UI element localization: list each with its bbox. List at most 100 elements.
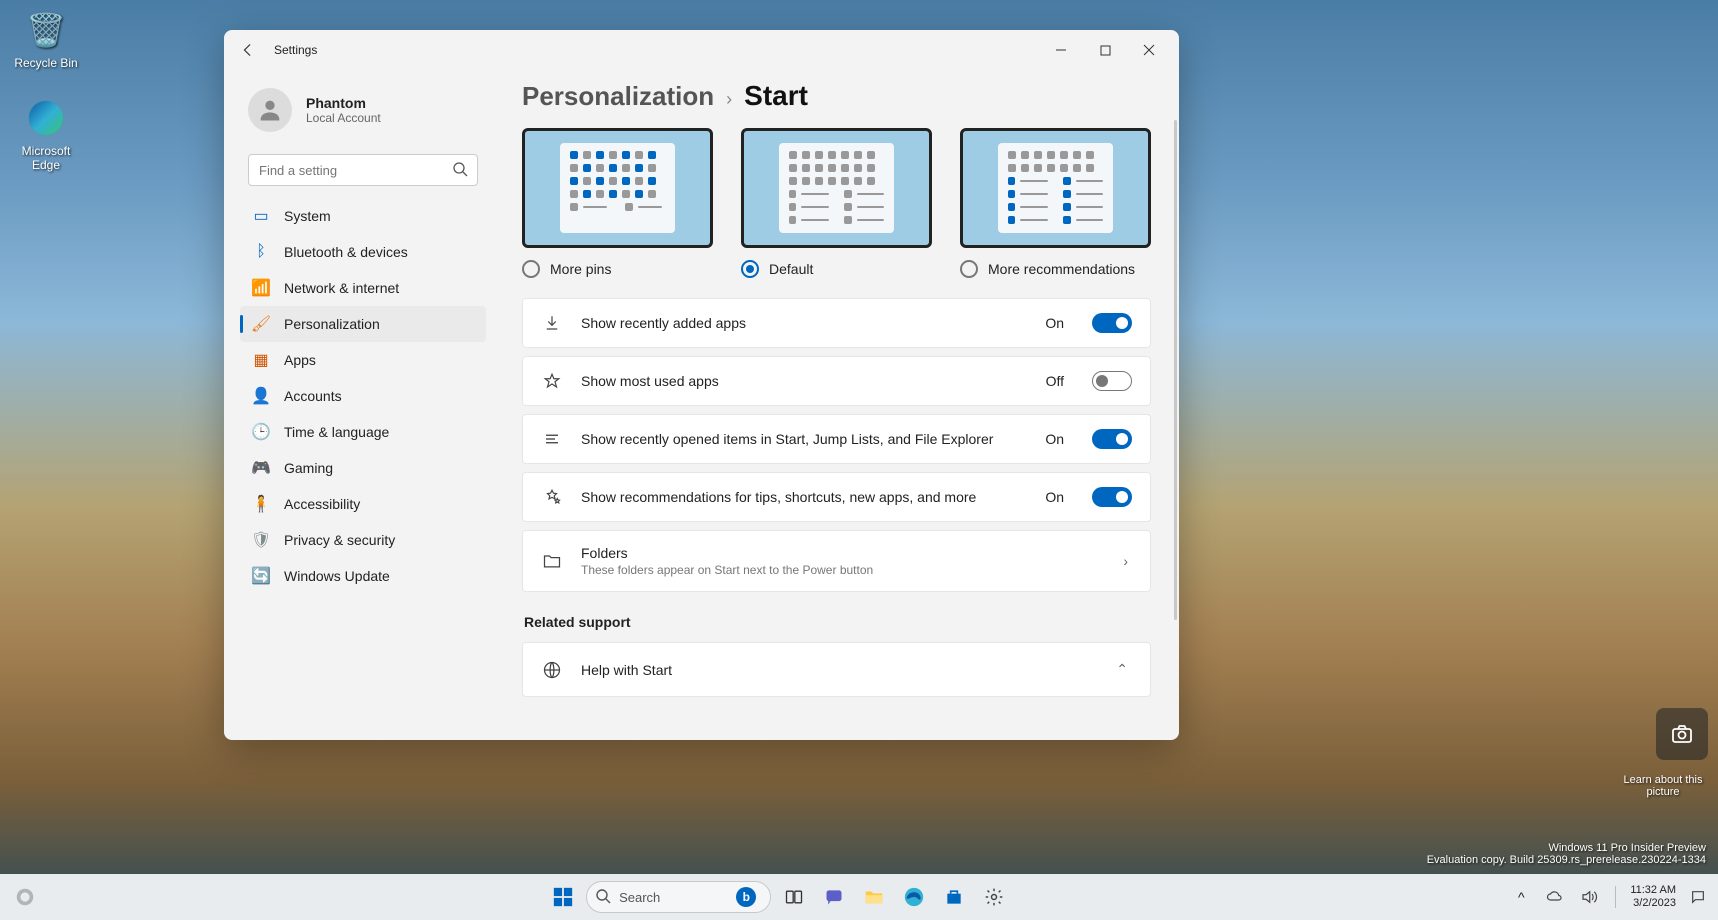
nav-icon: 🎮 [252,459,270,477]
nav-icon: 🔄 [252,567,270,585]
layout-more-recommendations[interactable]: More recommendations [960,128,1151,278]
radio-label: More recommendations [988,261,1135,277]
file-explorer-button[interactable] [857,880,891,914]
taskbar-clock[interactable]: 11:32 AM 3/2/2023 [1630,884,1676,910]
nav-label: System [284,208,331,224]
setting-icon [541,488,563,506]
titlebar: Settings [224,30,1179,70]
notifications-button[interactable] [1686,880,1710,914]
folder-icon [541,551,563,571]
store-button[interactable] [937,880,971,914]
setting-label: Show recently added apps [581,315,1027,331]
volume-tray-icon[interactable] [1577,880,1601,914]
toggle-state-label: On [1045,315,1064,331]
profile-subtitle: Local Account [306,111,381,125]
settings-taskbar-button[interactable] [977,880,1011,914]
watermark: Windows 11 Pro Insider Preview Evaluatio… [1427,842,1706,866]
radio-label: Default [769,261,813,277]
sidebar-item-accounts[interactable]: 👤Accounts [240,378,486,414]
breadcrumb-parent[interactable]: Personalization [522,81,714,112]
sidebar-item-privacy-security[interactable]: 🛡Privacy & security [240,522,486,558]
sidebar-item-windows-update[interactable]: 🔄 Windows Update [240,558,486,594]
setting-icon [541,372,563,390]
sidebar-item-time-language[interactable]: 🕒Time & language [240,414,486,450]
settings-window: Settings Phantom Local Account [224,30,1179,740]
window-title: Settings [274,43,1039,57]
sidebar-item-apps[interactable]: ▦Apps [240,342,486,378]
setting-label: Show recently opened items in Start, Jum… [581,431,1027,447]
globe-icon [541,660,563,680]
nav-icon: ▭ [252,207,270,225]
chevron-up-icon: ⌃ [1112,657,1132,682]
nav-label: Personalization [284,316,380,332]
sidebar: Phantom Local Account ▭ System ᛒBluetooth … [224,70,494,740]
edge-taskbar-button[interactable] [897,880,931,914]
task-view-button[interactable] [777,880,811,914]
avatar-icon [248,88,292,132]
sidebar-item-personalization[interactable]: 🖌 Personalization [240,306,486,342]
widgets-button[interactable] [8,880,42,914]
toggle-switch[interactable] [1092,313,1132,333]
search-icon [452,161,468,182]
desktop-icon-edge[interactable]: Microsoft Edge [6,96,86,172]
setting-row: Show most used apps Off [522,356,1151,406]
sidebar-item-accessibility[interactable]: 🧍Accessibility [240,486,486,522]
close-button[interactable] [1127,34,1171,66]
desktop-icon-label: Microsoft Edge [6,144,86,172]
profile-name: Phantom [306,95,381,111]
scrollbar[interactable] [1174,120,1177,620]
setting-label: Show recommendations for tips, shortcuts… [581,489,1027,505]
setting-icon [541,314,563,332]
search-container [248,154,478,186]
nav-icon: ▦ [252,351,270,369]
nav-icon: ᛒ [252,243,270,261]
setting-row: Show recently opened items in Start, Jum… [522,414,1151,464]
chat-button[interactable] [817,880,851,914]
nav-label: Gaming [284,460,333,476]
recycle-bin-icon: 🗑️ [24,8,68,52]
breadcrumb-current: Start [744,80,808,112]
nav-label: Accessibility [284,496,360,512]
folders-row[interactable]: Folders These folders appear on Start ne… [522,530,1151,592]
card-title: Folders [581,545,1101,561]
desktop-icon-recycle-bin[interactable]: 🗑️ Recycle Bin [6,8,86,70]
toggle-switch[interactable] [1092,429,1132,449]
related-support-heading: Related support [524,614,1151,630]
setting-icon [541,430,563,448]
tray-chevron-icon[interactable]: ^ [1509,880,1533,914]
toggle-switch[interactable] [1092,487,1132,507]
start-button[interactable] [546,880,580,914]
radio-label: More pins [550,261,611,277]
setting-row: Show recently added apps On [522,298,1151,348]
watermark-line: Windows 11 Pro Insider Preview [1427,842,1706,854]
bing-icon: b [736,887,756,907]
nav-icon: 👤 [252,387,270,405]
onedrive-tray-icon[interactable] [1543,880,1567,914]
back-button[interactable] [232,34,264,66]
nav-icon: 🖌 [252,315,270,333]
learn-about-picture-button[interactable] [1656,708,1708,760]
maximize-button[interactable] [1083,34,1127,66]
minimize-button[interactable] [1039,34,1083,66]
sidebar-item-network-internet[interactable]: 📶Network & internet [240,270,486,306]
nav-label: Windows Update [284,568,390,584]
layout-more-pins[interactable]: More pins [522,128,713,278]
nav-icon: 📶 [252,279,270,297]
setting-row: Show recommendations for tips, shortcuts… [522,472,1151,522]
search-label: Search [619,890,660,905]
desktop-icon-label: Recycle Bin [6,56,86,70]
sidebar-item-gaming[interactable]: 🎮 Gaming [240,450,486,486]
profile-block[interactable]: Phantom Local Account [240,80,486,146]
sidebar-item-system[interactable]: ▭ System [240,198,486,234]
learn-about-picture-label: Learn about this picture [1618,774,1708,798]
sidebar-item-bluetooth-devices[interactable]: ᛒBluetooth & devices [240,234,486,270]
layout-default[interactable]: Default [741,128,932,278]
toggle-state-label: On [1045,489,1064,505]
content-area: Personalization › Start More pins [494,70,1179,740]
setting-label: Show most used apps [581,373,1028,389]
search-icon [595,888,611,907]
toggle-switch[interactable] [1092,371,1132,391]
search-input[interactable] [248,154,478,186]
taskbar-search[interactable]: Search b [586,881,771,913]
help-with-start-row[interactable]: Help with Start ⌃ [522,642,1151,697]
